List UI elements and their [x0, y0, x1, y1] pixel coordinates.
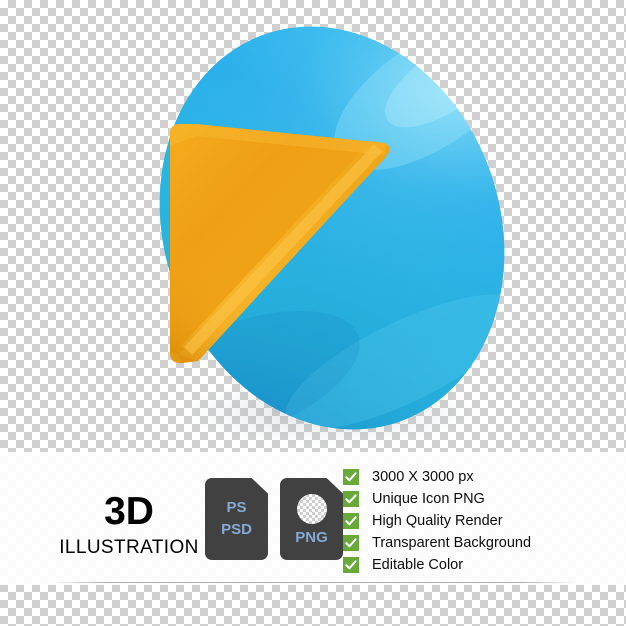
feature-label: Transparent Background	[372, 534, 532, 551]
psd-badge: PS PSD	[205, 478, 268, 560]
psd-badge-label-2: PSD	[221, 521, 252, 538]
check-icon	[343, 557, 359, 573]
check-icon	[343, 535, 359, 551]
list-item: Unique Icon PNG	[343, 490, 531, 508]
feature-list: 3000 X 3000 px Unique Icon PNG High Qual…	[343, 468, 531, 574]
check-icon	[343, 469, 359, 485]
list-item: 3000 X 3000 px	[343, 468, 531, 486]
page-title: 3D	[104, 490, 154, 533]
feature-label: Unique Icon PNG	[372, 490, 485, 507]
transparency-swatch-icon	[296, 493, 327, 524]
psd-badge-label-1: PS	[226, 499, 247, 517]
png-badge: PNG	[280, 478, 343, 560]
list-item: Transparent Background	[343, 534, 531, 552]
feature-label: 3000 X 3000 px	[372, 468, 474, 485]
check-icon	[343, 491, 359, 507]
file-format-badges: PS PSD PNG	[205, 478, 343, 560]
check-icon	[343, 513, 359, 529]
list-item: Editable Color	[343, 556, 531, 574]
brand-block: 3D ILLUSTRATION	[54, 492, 204, 557]
feature-label: High Quality Render	[372, 512, 503, 529]
transparent-canvas: 3D ILLUSTRATION PS PSD PNG 3000 X 3000 p…	[0, 0, 626, 626]
divider	[52, 582, 574, 583]
png-badge-label: PNG	[295, 528, 328, 546]
illustration-artwork	[0, 0, 626, 460]
feature-label: Editable Color	[372, 556, 464, 573]
brand-subtitle: ILLUSTRATION	[59, 537, 199, 558]
play-button-3d-graphic	[106, 0, 558, 460]
list-item: High Quality Render	[343, 512, 531, 530]
